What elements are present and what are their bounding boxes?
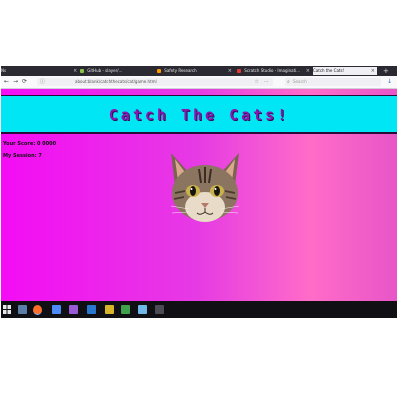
close-icon[interactable]: × — [74, 67, 77, 75]
close-icon[interactable]: × — [371, 67, 375, 75]
app-icon[interactable] — [138, 305, 147, 314]
bookmark-star-icon[interactable]: ☆ — [255, 78, 259, 86]
close-icon[interactable]: × — [228, 67, 232, 75]
close-icon[interactable]: × — [306, 67, 310, 75]
info-icon: ⓘ — [40, 79, 46, 85]
tab-github-label: GitHub - slayer/... — [87, 68, 123, 73]
tab-scratch-label: Scratch Studio - Imaginati... — [244, 68, 301, 73]
file-explorer-icon[interactable] — [105, 305, 114, 314]
tab-github[interactable]: × GitHub - slayer/... — [74, 67, 154, 75]
taskbar — [1, 301, 397, 318]
app-icon[interactable] — [69, 305, 78, 314]
page-title: Catch The Cats! — [108, 106, 290, 124]
screenshot-frame: Ns × GitHub - slayer/... Safety Research… — [1, 66, 397, 318]
score-text: Your Score: 0 0000 — [3, 141, 57, 147]
address-bar[interactable]: ⓘ about:blank/catchthecats/cat/game.html… — [37, 78, 273, 86]
tab-scratch[interactable]: Scratch Studio - Imaginati... × — [236, 67, 312, 75]
favicon-icon — [80, 68, 84, 73]
edge-icon[interactable] — [52, 305, 61, 314]
search-box[interactable]: ⌕ Search — [285, 78, 381, 86]
search-icon: ⌕ — [287, 79, 290, 85]
page-actions-icon[interactable]: ⋯ — [264, 78, 269, 86]
navigation-bar: ← → ⟳ ⓘ about:blank/catchthecats/cat/gam… — [1, 76, 397, 89]
search-placeholder: Search — [293, 79, 307, 84]
tab-first[interactable]: Ns — [1, 67, 13, 75]
tab-research[interactable]: Safety Research × — [156, 67, 234, 75]
download-icon[interactable]: ↓ — [387, 77, 392, 87]
tab-catch-the-cats-label: Catch the Cats! — [313, 68, 345, 73]
tab-research-label: Safety Research — [164, 68, 197, 73]
windows-start-icon[interactable] — [3, 305, 11, 314]
word-icon[interactable] — [87, 305, 96, 314]
title-banner: Catch The Cats! — [1, 95, 397, 134]
session-text: My Session: 7 — [3, 153, 42, 159]
game-page: Catch The Cats! Your Score: 0 0000 My Se… — [1, 89, 397, 301]
tab-strip: Ns × GitHub - slayer/... Safety Research… — [1, 66, 397, 76]
excel-icon[interactable] — [121, 305, 130, 314]
task-view-icon[interactable] — [18, 305, 27, 314]
tab-first-label: Ns — [1, 68, 7, 73]
url-text: about:blank/catchthecats/cat/game.html — [75, 79, 157, 84]
terminal-icon[interactable] — [155, 305, 164, 314]
tab-catch-the-cats[interactable]: Catch the Cats! × — [313, 67, 377, 75]
cat-head-target[interactable] — [165, 149, 245, 229]
new-tab-button[interactable]: + — [383, 66, 389, 76]
forward-arrow-icon[interactable]: → — [13, 77, 18, 87]
firefox-icon[interactable] — [33, 305, 42, 315]
back-arrow-icon[interactable]: ← — [4, 77, 9, 87]
favicon-icon — [157, 68, 161, 73]
favicon-icon — [237, 68, 241, 73]
reload-icon[interactable]: ⟳ — [22, 77, 27, 87]
